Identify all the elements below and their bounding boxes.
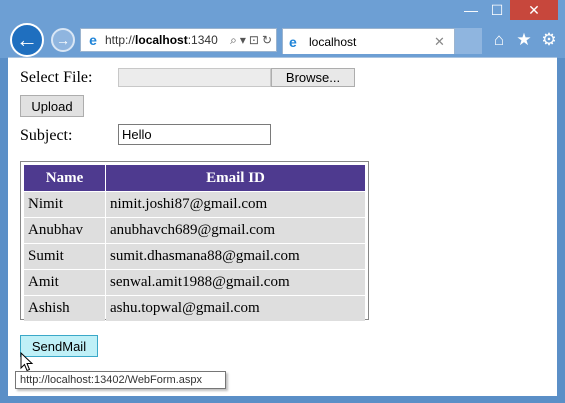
compat-view-icon[interactable]: ⊡ [249,33,259,48]
table-row: Anubhav anubhavch689@gmail.com [24,218,365,243]
table-row: Sumit sumit.dhasmana88@gmail.com [24,244,365,269]
address-bar[interactable]: e http://localhost:1340 ⌕ ▾ ⊡ ↻ [80,28,277,52]
subject-label: Subject: [20,127,73,144]
table-row: Nimit nimit.joshi87@gmail.com [24,192,365,217]
file-path-input[interactable] [118,68,271,87]
upload-button[interactable]: Upload [20,95,84,117]
refresh-icon[interactable]: ↻ [262,33,272,48]
page-content: Select File: Browse... Upload Subject: H… [8,57,557,396]
cell-name: Amit [24,270,105,295]
mouse-cursor-icon [20,352,34,372]
browser-chrome: — ☐ ✕ ← → e http://localhost:1340 ⌕ ▾ ⊡ … [0,0,565,58]
ie-icon: e [89,32,97,48]
close-tab-icon[interactable]: ✕ [434,34,450,50]
table-header-row: Name Email ID [24,165,365,191]
cell-email: anubhavch689@gmail.com [106,218,365,243]
back-button[interactable]: ← [10,23,44,57]
email-table: Name Email ID Nimit nimit.joshi87@gmail.… [20,161,369,321]
select-file-label: Select File: [20,69,93,86]
close-window-button[interactable]: ✕ [510,0,558,20]
cell-name: Ashish [24,296,105,321]
ie-icon: e [289,33,297,50]
home-icon[interactable]: ⌂ [489,30,509,50]
address-url[interactable]: http://localhost:1340 [105,33,230,47]
cell-name: Anubhav [24,218,105,243]
cell-email: sumit.dhasmana88@gmail.com [106,244,365,269]
column-header-name: Name [24,165,105,191]
maximize-button[interactable]: ☐ [484,0,510,20]
cell-email: ashu.topwal@gmail.com [106,296,365,321]
tab-localhost[interactable]: e localhost ✕ [282,28,455,54]
column-header-email: Email ID [106,165,365,191]
gear-icon[interactable]: ⚙ [539,30,559,50]
table-row: Ashish ashu.topwal@gmail.com [24,296,365,321]
minimize-button[interactable]: — [458,0,484,20]
browse-button[interactable]: Browse... [271,68,355,87]
tab-title: localhost [309,34,357,49]
new-tab-button[interactable] [455,28,482,54]
dropdown-icon[interactable]: ▾ [240,33,246,48]
link-tooltip: http://localhost:13402/WebForm.aspx [15,371,226,389]
forward-button[interactable]: → [51,28,75,52]
cell-name: Nimit [24,192,105,217]
search-icon[interactable]: ⌕ [230,33,237,48]
cell-email: senwal.amit1988@gmail.com [106,270,365,295]
subject-input[interactable]: Hello [118,124,271,145]
cell-name: Sumit [24,244,105,269]
table-row: Amit senwal.amit1988@gmail.com [24,270,365,295]
favorites-icon[interactable]: ★ [514,30,534,50]
cell-email: nimit.joshi87@gmail.com [106,192,365,217]
